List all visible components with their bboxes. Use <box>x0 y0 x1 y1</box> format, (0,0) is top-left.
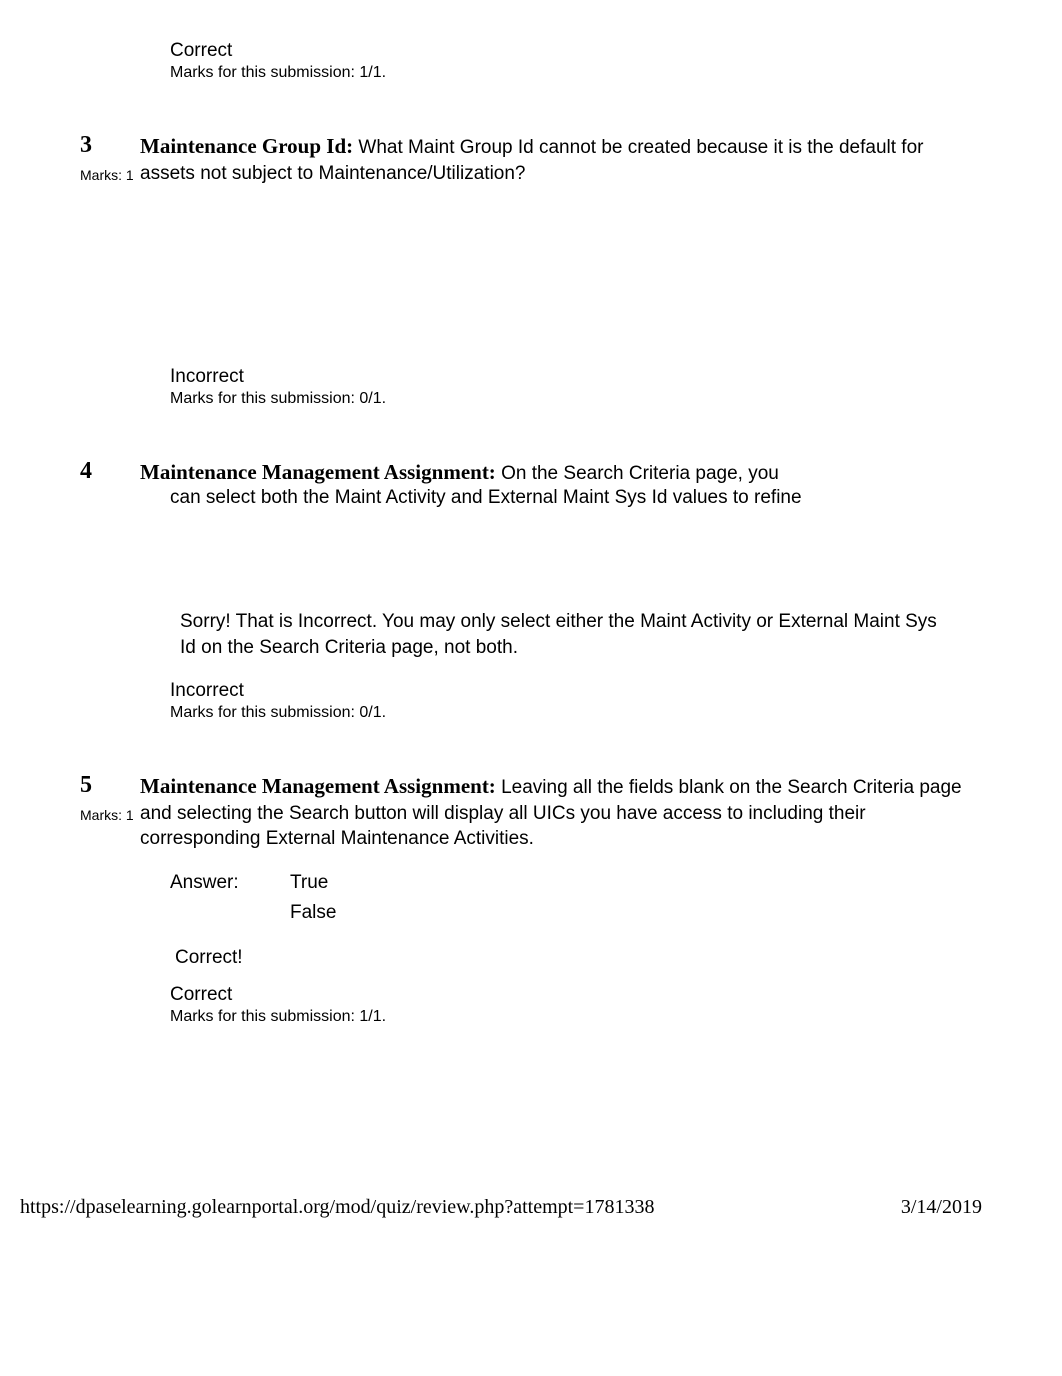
question-title: Maintenance Management Assignment: <box>140 774 496 798</box>
question-5: 5 Marks: 1 Maintenance Management Assign… <box>80 772 982 1026</box>
answer-option-false[interactable]: False <box>290 902 336 924</box>
page-content: Correct Marks for this submission: 1/1. … <box>0 0 1062 1116</box>
spacer <box>80 660 982 680</box>
feedback-text: Sorry! That is Incorrect. You may only s… <box>180 609 942 660</box>
question-left-column: 4 <box>80 458 140 485</box>
question-body: On the Search Criteria page, you <box>496 463 779 484</box>
question-number: 5 <box>80 772 140 799</box>
spacer <box>80 186 982 366</box>
answer-label: Answer: <box>170 872 290 894</box>
question-3: 3 Marks: 1 Maintenance Group Id: What Ma… <box>80 132 982 408</box>
question-title: Maintenance Group Id: <box>140 134 353 158</box>
question-header: 4 Maintenance Management Assignment: On … <box>80 458 982 487</box>
answer-option-true[interactable]: True <box>290 872 336 894</box>
marks-submission: Marks for this submission: 0/1. <box>170 390 982 408</box>
question-text: Maintenance Group Id: What Maint Group I… <box>140 132 982 186</box>
status-text: Correct <box>170 984 982 1006</box>
spacer <box>80 509 982 609</box>
question-2-footer: Correct Marks for this submission: 1/1. <box>80 40 982 82</box>
question-4: 4 Maintenance Management Assignment: On … <box>80 458 982 722</box>
question-title: Maintenance Management Assignment: <box>140 460 496 484</box>
question-text: Maintenance Management Assignment: On th… <box>140 458 982 487</box>
question-left-column: 3 Marks: 1 <box>80 132 140 183</box>
marks-submission: Marks for this submission: 1/1. <box>170 1008 982 1026</box>
status-text: Incorrect <box>170 366 982 388</box>
answer-options: True False <box>290 872 336 932</box>
status-text: Correct <box>170 40 982 62</box>
marks-label: Marks: 1 <box>80 807 140 823</box>
marks-submission: Marks for this submission: 0/1. <box>170 704 982 722</box>
page-footer: https://dpaselearning.golearnportal.org/… <box>0 1176 1062 1229</box>
marks-label: Marks: 1 <box>80 167 140 183</box>
question-number: 4 <box>80 458 140 485</box>
footer-url: https://dpaselearning.golearnportal.org/… <box>20 1196 654 1219</box>
status-text: Incorrect <box>170 680 982 702</box>
question-header: 5 Marks: 1 Maintenance Management Assign… <box>80 772 982 852</box>
marks-submission: Marks for this submission: 1/1. <box>170 64 982 82</box>
answer-row: Answer: True False <box>170 872 982 932</box>
truncated-line: can select both the Maint Activity and E… <box>170 487 982 509</box>
question-left-column: 5 Marks: 1 <box>80 772 140 823</box>
question-number: 3 <box>80 132 140 159</box>
question-header: 3 Marks: 1 Maintenance Group Id: What Ma… <box>80 132 982 186</box>
question-text: Maintenance Management Assignment: Leavi… <box>140 772 982 852</box>
footer-date: 3/14/2019 <box>901 1196 982 1219</box>
spacer <box>80 969 982 984</box>
feedback-text: Correct! <box>175 947 982 969</box>
